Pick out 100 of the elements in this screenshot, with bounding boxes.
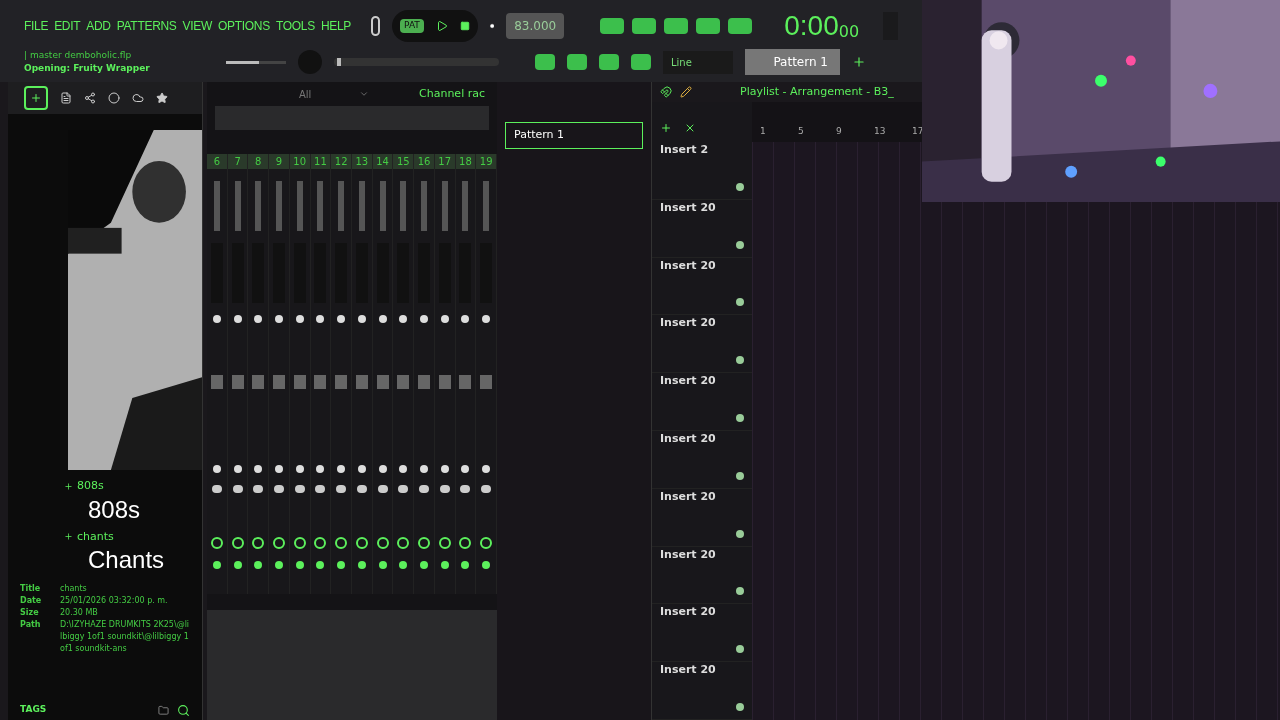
knob[interactable] bbox=[295, 315, 304, 323]
toolbar-icon[interactable] bbox=[599, 54, 619, 70]
snap-dropdown[interactable]: Line bbox=[663, 50, 733, 74]
knob[interactable] bbox=[316, 561, 325, 569]
filter-dropdown[interactable]: All bbox=[299, 86, 369, 102]
track-name[interactable]: Insert 20 bbox=[660, 546, 744, 564]
toolbar-icon[interactable] bbox=[567, 54, 587, 70]
knob[interactable] bbox=[212, 465, 221, 473]
knob[interactable] bbox=[461, 465, 470, 473]
track-name[interactable]: Insert 20 bbox=[660, 373, 744, 390]
star-icon[interactable] bbox=[156, 92, 168, 104]
knob[interactable] bbox=[316, 465, 325, 473]
knob[interactable] bbox=[461, 315, 470, 323]
pan-knob[interactable] bbox=[232, 485, 243, 493]
menu-item[interactable]: OPTIONS bbox=[218, 17, 270, 35]
toolbar-icon[interactable] bbox=[631, 54, 651, 70]
toolbar-icon[interactable] bbox=[728, 18, 753, 34]
pan-knob[interactable] bbox=[253, 485, 264, 493]
browser-tab-icon[interactable] bbox=[24, 86, 48, 110]
knob[interactable] bbox=[440, 465, 449, 473]
knob[interactable] bbox=[337, 561, 346, 569]
route-button[interactable] bbox=[480, 537, 493, 549]
fader-handle[interactable] bbox=[335, 375, 348, 389]
knob[interactable] bbox=[212, 315, 221, 323]
track-led[interactable] bbox=[736, 356, 744, 365]
pan-knob[interactable] bbox=[419, 485, 429, 493]
route-button[interactable] bbox=[273, 537, 285, 549]
knob[interactable] bbox=[482, 315, 491, 323]
knob[interactable] bbox=[254, 465, 263, 473]
track-led[interactable] bbox=[736, 413, 744, 422]
knob[interactable] bbox=[482, 561, 491, 569]
knob[interactable] bbox=[420, 465, 428, 473]
add-icon[interactable] bbox=[660, 121, 672, 134]
knob[interactable] bbox=[399, 315, 408, 323]
knob[interactable] bbox=[420, 561, 428, 569]
track-led[interactable] bbox=[736, 298, 744, 307]
pan-knob[interactable] bbox=[294, 485, 305, 493]
track-name[interactable]: Insert 20 bbox=[660, 488, 744, 506]
folder-icon[interactable] bbox=[158, 704, 169, 716]
track-led[interactable] bbox=[736, 587, 744, 596]
pan-knob[interactable] bbox=[439, 485, 450, 493]
track-led[interactable] bbox=[736, 703, 744, 711]
knob[interactable] bbox=[378, 561, 387, 569]
knob[interactable] bbox=[275, 315, 283, 323]
fader-handle[interactable] bbox=[459, 375, 472, 389]
knob[interactable] bbox=[233, 465, 242, 473]
fader-handle[interactable] bbox=[210, 375, 223, 389]
knob[interactable] bbox=[420, 315, 428, 323]
pan-knob[interactable] bbox=[315, 485, 326, 493]
pan-knob[interactable] bbox=[274, 485, 284, 493]
fader-handle[interactable] bbox=[252, 375, 265, 389]
knob[interactable] bbox=[295, 465, 304, 473]
knob[interactable] bbox=[295, 561, 304, 569]
knob[interactable] bbox=[212, 561, 221, 569]
toolbar-icon[interactable] bbox=[600, 18, 625, 34]
pan-knob[interactable] bbox=[460, 485, 471, 493]
expand-icon[interactable] bbox=[64, 481, 73, 491]
route-button[interactable] bbox=[397, 537, 410, 549]
track-led[interactable] bbox=[736, 471, 744, 480]
track-name[interactable]: Insert 20 bbox=[660, 257, 744, 274]
pan-knob[interactable] bbox=[481, 485, 492, 493]
menu-item[interactable]: HELP bbox=[320, 17, 352, 35]
knob[interactable] bbox=[399, 561, 408, 569]
fader-handle[interactable] bbox=[355, 375, 368, 389]
cloud-icon[interactable] bbox=[132, 92, 144, 104]
knob[interactable] bbox=[440, 315, 449, 323]
menu-item[interactable]: EDIT bbox=[54, 17, 81, 35]
track-led[interactable] bbox=[736, 645, 744, 654]
route-button[interactable] bbox=[210, 537, 223, 549]
search-icon[interactable] bbox=[177, 703, 190, 717]
pencil-icon[interactable] bbox=[680, 86, 692, 98]
disc-icon[interactable] bbox=[108, 92, 120, 104]
knob[interactable] bbox=[378, 315, 387, 323]
knob[interactable] bbox=[482, 465, 491, 473]
menu-item[interactable]: VIEW bbox=[182, 17, 213, 35]
knob[interactable] bbox=[316, 315, 325, 323]
share-icon[interactable] bbox=[84, 92, 96, 104]
track-led[interactable] bbox=[736, 529, 744, 538]
fader-handle[interactable] bbox=[438, 375, 451, 389]
menu-item[interactable]: PATTERNS bbox=[116, 17, 177, 35]
menu-item[interactable]: FILE bbox=[24, 17, 49, 35]
route-button[interactable] bbox=[231, 537, 244, 549]
fader-handle[interactable] bbox=[480, 375, 493, 389]
magnet-icon[interactable] bbox=[660, 86, 672, 98]
channel-rack-button[interactable]: Channel rac bbox=[419, 85, 485, 103]
fader-handle[interactable] bbox=[293, 375, 306, 389]
toolbar-icon[interactable] bbox=[632, 18, 657, 34]
knob[interactable] bbox=[357, 315, 366, 323]
pattern-item[interactable]: Pattern 1 bbox=[505, 122, 643, 149]
knob[interactable] bbox=[461, 561, 470, 569]
play-icon[interactable] bbox=[435, 20, 448, 32]
route-button[interactable] bbox=[418, 537, 430, 549]
stop-icon[interactable] bbox=[459, 21, 470, 31]
fader-handle[interactable] bbox=[376, 375, 389, 389]
track-name[interactable]: Insert 20 bbox=[660, 315, 744, 332]
mode-toggle[interactable]: PAT bbox=[400, 19, 424, 33]
knob[interactable] bbox=[440, 561, 449, 569]
track-name[interactable]: Insert 20 bbox=[660, 430, 744, 448]
knob[interactable] bbox=[378, 465, 387, 473]
fader-handle[interactable] bbox=[273, 375, 285, 389]
